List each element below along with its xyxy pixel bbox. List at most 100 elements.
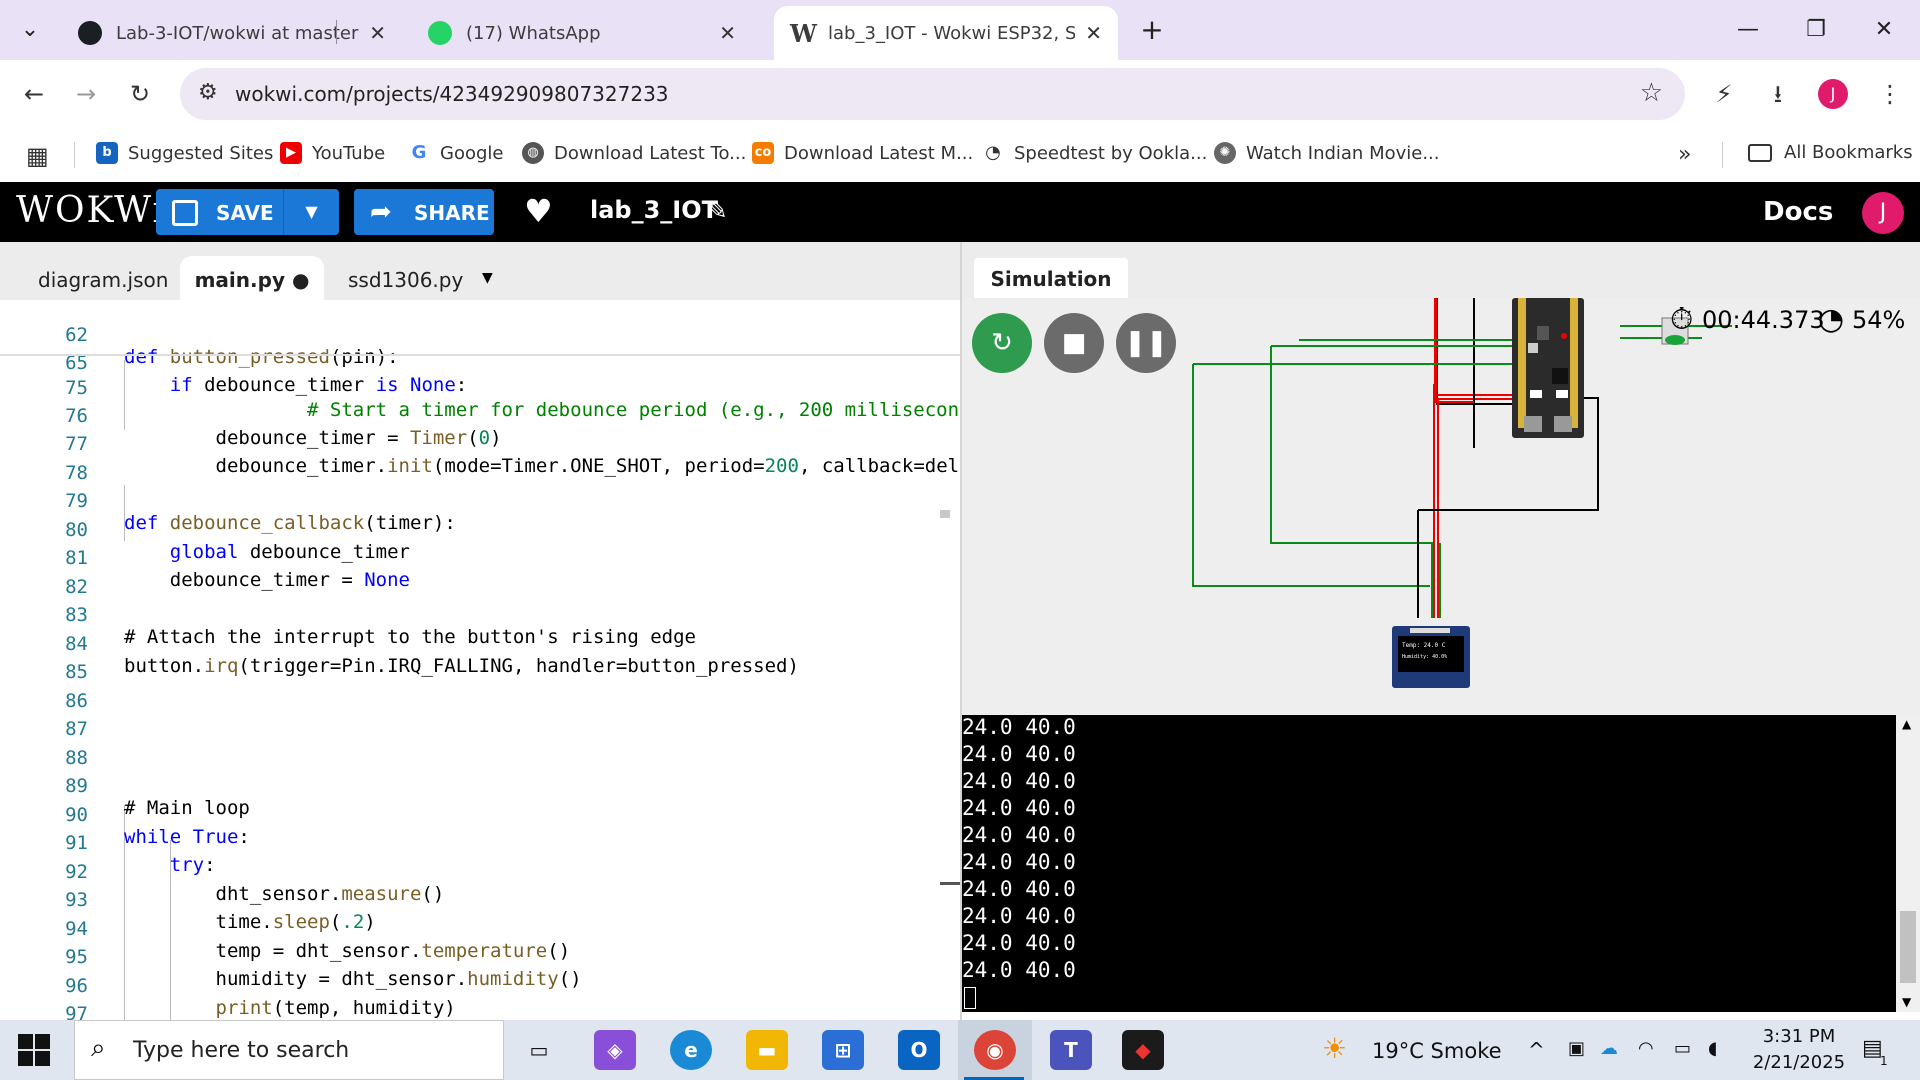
code-line[interactable]: 93 time.sleep(.2) (0, 867, 960, 933)
panel-resize-handle[interactable] (940, 882, 960, 885)
volume-icon[interactable]: ◖ (1708, 1038, 1717, 1059)
profile-avatar[interactable]: J (1818, 79, 1848, 109)
code-line[interactable]: 87 (0, 696, 960, 740)
more-files-chevron-icon[interactable]: ▼ (482, 270, 493, 286)
save-dropdown-chevron-icon[interactable]: ▼ (283, 189, 339, 235)
code-line[interactable]: 81 debounce_timer = None (0, 525, 960, 591)
code-line[interactable]: 97 oled.fill(0) (0, 981, 960, 1020)
stop-simulation-button[interactable]: ■ (1044, 313, 1104, 373)
all-bookmarks-button[interactable]: All Bookmarks (1748, 142, 1913, 163)
browser-tab-github[interactable]: Lab-3-IOT/wokwi at master · jah ✕ (62, 6, 402, 60)
battery-icon[interactable]: ▭ (1674, 1038, 1691, 1059)
code-line[interactable]: 82 (0, 554, 960, 598)
tab-diagram-json[interactable]: diagram.json (38, 256, 168, 300)
heart-icon[interactable]: ♥ (524, 192, 553, 230)
code-line[interactable]: 96 print(temp, humidity) (0, 953, 960, 1019)
user-avatar[interactable]: J (1862, 192, 1904, 234)
wifi-icon[interactable]: ◠ (1638, 1038, 1654, 1059)
scrollbar-thumb[interactable] (1900, 911, 1916, 983)
copilot-icon[interactable]: ◈ (594, 1030, 636, 1070)
code-line[interactable]: 98 oled.text("Temp: {} C".format(temp), … (0, 1010, 960, 1020)
scrollbar-marker[interactable] (940, 510, 950, 518)
meet-now-icon[interactable]: ▣ (1568, 1038, 1585, 1059)
code-line[interactable]: 75 # Start a timer for debounce period (… (0, 355, 960, 421)
weather-text[interactable]: 19°C Smoke (1372, 1039, 1502, 1063)
bookmark-download-latest-m[interactable]: co Download Latest M... (752, 142, 973, 164)
minimize-window-button[interactable]: — (1728, 10, 1768, 50)
tab-main-py[interactable]: main.py ● (180, 256, 324, 300)
clock-date[interactable]: 2/21/2025 (1744, 1052, 1854, 1073)
scroll-up-icon[interactable]: ▲ (1902, 717, 1911, 731)
outlook-icon[interactable]: O (898, 1030, 940, 1070)
code-editor[interactable]: 62 def button_pressed(pin): 65 if deboun… (0, 300, 960, 1020)
code-line[interactable]: 88 (0, 725, 960, 769)
code-line[interactable]: 91 try: (0, 810, 960, 876)
close-tab-icon[interactable]: ✕ (369, 21, 386, 45)
code-line[interactable]: 94 temp = dht_sensor.temperature() (0, 896, 960, 962)
file-explorer-icon[interactable]: ▬ (746, 1030, 788, 1070)
code-line[interactable]: 95 humidity = dht_sensor.humidity() (0, 924, 960, 990)
tab-simulation[interactable]: Simulation (974, 258, 1128, 300)
close-tab-icon[interactable]: ✕ (719, 21, 736, 45)
save-button[interactable]: SAVE ▼ (156, 189, 339, 235)
new-tab-button[interactable]: + (1132, 10, 1172, 50)
code-line[interactable]: 85 (0, 639, 960, 683)
show-hidden-icons-chevron-icon[interactable]: ^ (1528, 1038, 1545, 1062)
browser-tab-wokwi[interactable]: W lab_3_IOT - Wokwi ESP32, STM3 ✕ (774, 6, 1118, 60)
windows-start-icon[interactable] (18, 1034, 50, 1066)
code-line[interactable]: 89 # Main loop (0, 753, 960, 819)
share-button[interactable]: ➦ SHARE (354, 189, 494, 235)
bookmark-watch-indian-movie[interactable]: ✺ Watch Indian Movie... (1214, 142, 1440, 164)
close-tab-icon[interactable]: ✕ (1085, 21, 1102, 45)
code-line[interactable]: 78 (0, 440, 960, 484)
clock-time[interactable]: 3:31 PM (1754, 1026, 1844, 1047)
serial-monitor[interactable]: 24.0 40.0 24.0 40.0 24.0 40.0 24.0 40.0 … (962, 715, 1896, 1012)
microsoft-store-icon[interactable]: ⊞ (822, 1030, 864, 1070)
taskbar-search-box[interactable]: ⌕ Type here to search (74, 1020, 504, 1080)
bookmark-download-latest-to[interactable]: ◍ Download Latest To... (522, 142, 746, 164)
bookmark-suggested-sites[interactable]: b Suggested Sites (96, 142, 273, 164)
serial-input-cursor[interactable] (964, 987, 976, 1009)
reload-icon[interactable]: ↻ (122, 76, 158, 112)
code-line[interactable]: 84 button.irq(trigger=Pin.IRQ_FALLING, h… (0, 611, 960, 677)
site-info-icon[interactable]: ⚙ (198, 80, 218, 105)
bookmark-speedtest[interactable]: ◔ Speedtest by Ookla... (982, 142, 1207, 164)
simulation-canvas[interactable]: Temp: 24.0 C Humidity: 40.0% ↻ ■ ❚❚ (962, 298, 1920, 715)
scroll-down-icon[interactable]: ▼ (1902, 995, 1911, 1009)
weather-icon[interactable]: ☀ (1322, 1032, 1347, 1065)
chrome-icon[interactable]: ◉ (974, 1030, 1016, 1070)
bookmark-google[interactable]: G Google (408, 142, 503, 164)
edge-icon[interactable]: e (670, 1030, 712, 1070)
code-line[interactable]: 86 (0, 668, 960, 712)
docs-link[interactable]: Docs (1763, 197, 1833, 227)
serial-scrollbar[interactable]: ▲ ▼ (1896, 715, 1920, 1012)
menu-kebab-icon[interactable]: ⋮ (1872, 76, 1908, 112)
sticky-line[interactable]: 62 def button_pressed(pin): (0, 302, 960, 368)
close-window-button[interactable]: ✕ (1864, 10, 1904, 50)
bookmark-youtube[interactable]: ▶ YouTube (280, 142, 385, 164)
apps-grid-icon[interactable]: ▦ (26, 142, 49, 170)
browser-tab-whatsapp[interactable]: (17) WhatsApp ✕ (412, 6, 752, 60)
project-name[interactable]: lab_3_IOT (590, 196, 718, 224)
performance-icon[interactable]: ⚡ (1706, 76, 1742, 112)
git-app-icon[interactable]: ◆ (1122, 1030, 1164, 1070)
code-line[interactable]: 83 # Attach the interrupt to the button'… (0, 582, 960, 648)
code-line[interactable]: 92 dht_sensor.measure() (0, 839, 960, 905)
tab-ssd1306-py[interactable]: ssd1306.py (348, 256, 463, 300)
pencil-edit-icon[interactable]: ✎ (706, 196, 728, 226)
restart-simulation-button[interactable]: ↻ (972, 313, 1032, 373)
download-icon[interactable]: ⭳ (1760, 76, 1796, 112)
pause-simulation-button[interactable]: ❚❚ (1116, 313, 1176, 373)
tab-search-dropdown-icon[interactable]: ⌄ (10, 10, 50, 50)
address-bar[interactable]: ⚙ wokwi.com/projects/423492909807327233 … (180, 68, 1685, 120)
onedrive-cloud-icon[interactable]: ☁ (1600, 1038, 1618, 1059)
code-line[interactable]: 80 global debounce_timer (0, 497, 960, 563)
more-bookmarks-button[interactable]: » (1678, 142, 1691, 167)
code-line[interactable]: 90 while True: (0, 782, 960, 848)
wokwi-logo[interactable]: WOKWi (16, 190, 166, 231)
bookmark-star-icon[interactable]: ☆ (1640, 78, 1663, 108)
code-line[interactable]: 76 debounce_timer = Timer(0) (0, 383, 960, 449)
forward-arrow-icon[interactable]: → (68, 76, 104, 112)
code-line[interactable]: 77 debounce_timer.init(mode=Timer.ONE_SH… (0, 411, 960, 477)
back-arrow-icon[interactable]: ← (16, 76, 52, 112)
